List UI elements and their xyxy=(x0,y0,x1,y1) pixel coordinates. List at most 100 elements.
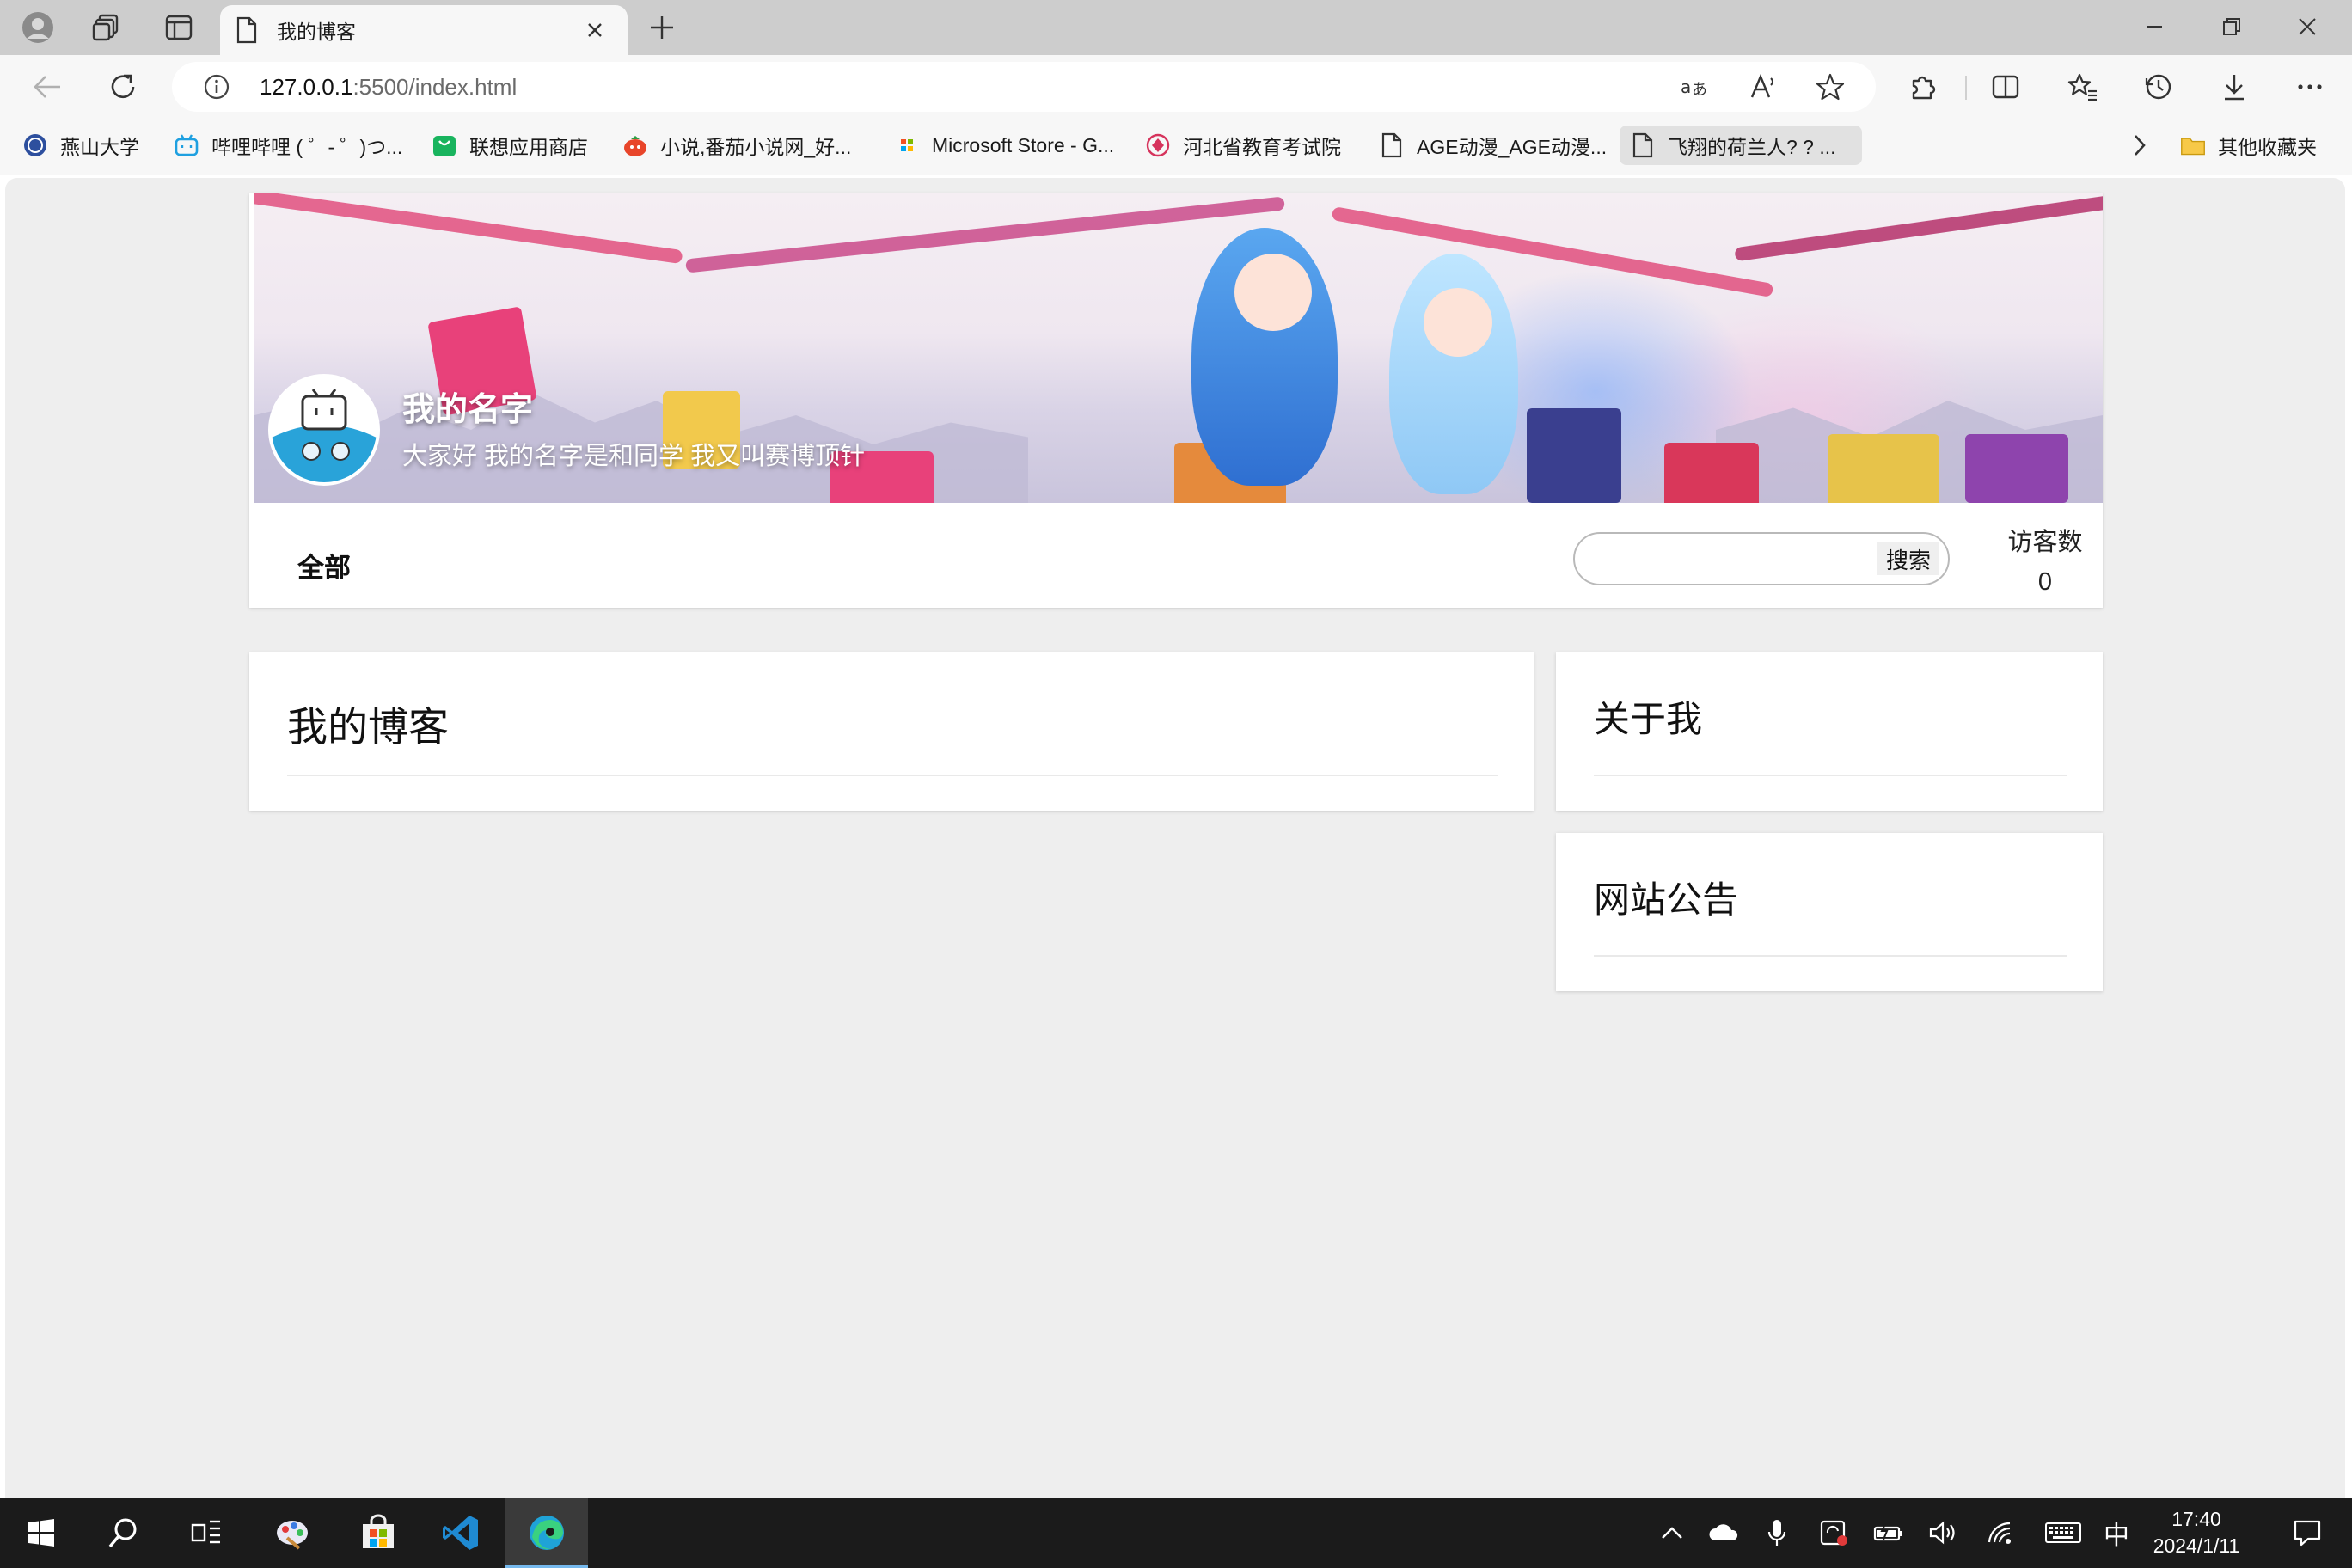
blog-header-card: 我的名字 大家好 我的名字是和同学 我又叫赛博顶针 全部 搜索 访客数 0 xyxy=(249,193,2103,608)
volume-tray-icon[interactable] xyxy=(1922,1498,1965,1568)
microsoft-store-icon xyxy=(894,132,920,158)
nav-all-link[interactable]: 全部 xyxy=(297,546,351,585)
bookmark-bilibili[interactable]: 哔哩哔哩 ( ゜- ゜)つ... xyxy=(163,126,413,165)
site-name: 我的名字 xyxy=(402,392,534,428)
tab-strip: 我的博客 xyxy=(0,0,2352,55)
vscode-taskbar-button[interactable] xyxy=(420,1498,502,1568)
site-description: 大家好 我的名字是和同学 我又叫赛博顶针 xyxy=(402,443,866,470)
main-card-title: 我的博客 xyxy=(287,704,449,750)
network-tray-icon[interactable] xyxy=(1981,1498,2024,1568)
card-divider xyxy=(1594,955,2067,957)
restore-icon xyxy=(2223,18,2240,35)
about-me-title: 关于我 xyxy=(1594,699,1703,739)
about-me-card: 关于我 xyxy=(1556,652,2103,811)
refresh-button[interactable] xyxy=(100,64,146,110)
bookmark-age-anime[interactable]: AGE动漫_AGE动漫... xyxy=(1369,126,1617,165)
avatar[interactable] xyxy=(268,374,380,486)
back-button[interactable] xyxy=(24,64,70,110)
bookmarks-overflow-button[interactable] xyxy=(2122,126,2158,165)
clock-time: 17:40 xyxy=(2171,1508,2221,1530)
bookmark-label: 小说,番茄小说网_好... xyxy=(660,136,852,158)
site-notice-card: 网站公告 xyxy=(1556,833,2103,991)
restore-button[interactable] xyxy=(2194,0,2269,53)
bookmarks-bar: 燕山大学 哔哩哔哩 ( ゜- ゜)つ... 联想应用商店 小说,番茄小说网_好.… xyxy=(0,119,2352,175)
download-icon xyxy=(2225,75,2244,101)
show-hidden-icons-button[interactable] xyxy=(1651,1498,1694,1568)
notification-center-button[interactable] xyxy=(2273,1498,2342,1568)
banner-gift xyxy=(1965,434,2068,503)
read-aloud-button[interactable] xyxy=(1740,64,1786,110)
keyboard-icon xyxy=(2045,1522,2081,1543)
task-view-icon xyxy=(191,1520,220,1544)
close-icon xyxy=(588,23,602,37)
split-screen-button[interactable] xyxy=(1982,64,2029,110)
microsoft-store-taskbar-button[interactable] xyxy=(337,1498,420,1568)
card-divider xyxy=(287,775,1498,776)
read-aloud-icon xyxy=(1750,73,1773,98)
edge-taskbar-button[interactable] xyxy=(505,1498,588,1568)
extensions-button[interactable] xyxy=(1900,64,1946,110)
bookmark-hebei-exam[interactable]: 河北省教育考试院 xyxy=(1135,126,1351,165)
battery-charging-icon xyxy=(1873,1523,1902,1541)
visitor-count-label: 访客数 xyxy=(2007,529,2083,556)
close-window-button[interactable] xyxy=(2269,0,2345,53)
site-info-button[interactable] xyxy=(193,73,241,101)
search-button[interactable]: 搜索 xyxy=(1877,542,1939,575)
hebei-exam-icon xyxy=(1145,132,1171,158)
more-menu-button[interactable] xyxy=(2287,64,2333,110)
close-tab-button[interactable] xyxy=(578,13,612,47)
bilibili-tv-avatar-icon xyxy=(272,377,377,482)
taskbar-clock[interactable]: 17:40 2024/1/11 xyxy=(2141,1506,2252,1559)
start-button[interactable] xyxy=(0,1498,83,1568)
search-input[interactable] xyxy=(1590,542,1874,577)
translate-button[interactable]: aあ xyxy=(1671,64,1718,110)
bookmark-fanqie-novel[interactable]: 小说,番茄小说网_好... xyxy=(612,126,861,165)
back-arrow-icon xyxy=(34,76,60,98)
task-view-button[interactable] xyxy=(165,1498,248,1568)
fanqie-novel-icon xyxy=(622,132,648,158)
extensions-icon xyxy=(1912,76,1936,100)
workspaces-button[interactable] xyxy=(83,6,131,49)
paint-app-button[interactable] xyxy=(251,1498,334,1568)
new-tab-button[interactable] xyxy=(643,9,681,46)
onedrive-tray-icon[interactable] xyxy=(1702,1498,1745,1568)
bookmark-flying-dutchman[interactable]: 飞翔的荷兰人? ? ... xyxy=(1620,126,1862,165)
bookmark-microsoft-store[interactable]: Microsoft Store - G... xyxy=(884,126,1124,165)
vertical-tabs-button[interactable] xyxy=(155,6,203,49)
other-bookmarks-label: 其他收藏夹 xyxy=(2218,136,2317,158)
search-icon xyxy=(108,1518,137,1548)
battery-tray-icon[interactable] xyxy=(1867,1498,1910,1568)
history-button[interactable] xyxy=(2135,64,2182,110)
security-tray-icon[interactable] xyxy=(1812,1498,1855,1568)
microphone-tray-icon[interactable] xyxy=(1757,1498,1797,1568)
bookmark-yanshan-university[interactable]: 燕山大学 xyxy=(12,126,150,165)
yanshan-university-icon xyxy=(22,132,48,158)
paint-icon xyxy=(277,1521,308,1550)
banner-ribbon xyxy=(1734,193,2103,262)
profile-button[interactable] xyxy=(14,6,62,49)
downloads-button[interactable] xyxy=(2211,64,2257,110)
touch-keyboard-tray-icon[interactable] xyxy=(2039,1498,2087,1568)
other-bookmarks-folder[interactable]: 其他收藏夹 xyxy=(2170,126,2327,165)
ime-indicator[interactable]: 中 xyxy=(2098,1498,2135,1568)
minimize-button[interactable] xyxy=(2116,0,2192,53)
main-blog-card: 我的博客 xyxy=(249,652,1534,811)
bookmark-lenovo-store[interactable]: 联想应用商店 xyxy=(421,126,598,165)
notification-icon xyxy=(2294,1520,2321,1547)
url-text: 127.0.0.1:5500/index.html xyxy=(260,74,517,101)
blog-nav-bar: 全部 搜索 访客数 0 xyxy=(249,503,2103,608)
clock-date: 2024/1/11 xyxy=(2153,1534,2240,1557)
site-notice-title: 网站公告 xyxy=(1594,879,1739,920)
search-taskbar-button[interactable] xyxy=(83,1498,165,1568)
tab-my-blog[interactable]: 我的博客 xyxy=(220,5,628,55)
page-icon xyxy=(1630,132,1656,158)
banner-gift xyxy=(1664,443,1759,503)
banner-ribbon xyxy=(685,196,1285,273)
favorites-button[interactable] xyxy=(2060,64,2106,110)
address-bar[interactable]: 127.0.0.1:5500/index.html aあ xyxy=(172,62,1876,112)
toolbar-divider xyxy=(1965,76,1967,100)
page-icon xyxy=(1379,132,1405,158)
bilibili-icon xyxy=(174,132,199,158)
bookmark-label: 燕山大学 xyxy=(60,136,139,158)
favorite-star-button[interactable] xyxy=(1807,64,1853,110)
